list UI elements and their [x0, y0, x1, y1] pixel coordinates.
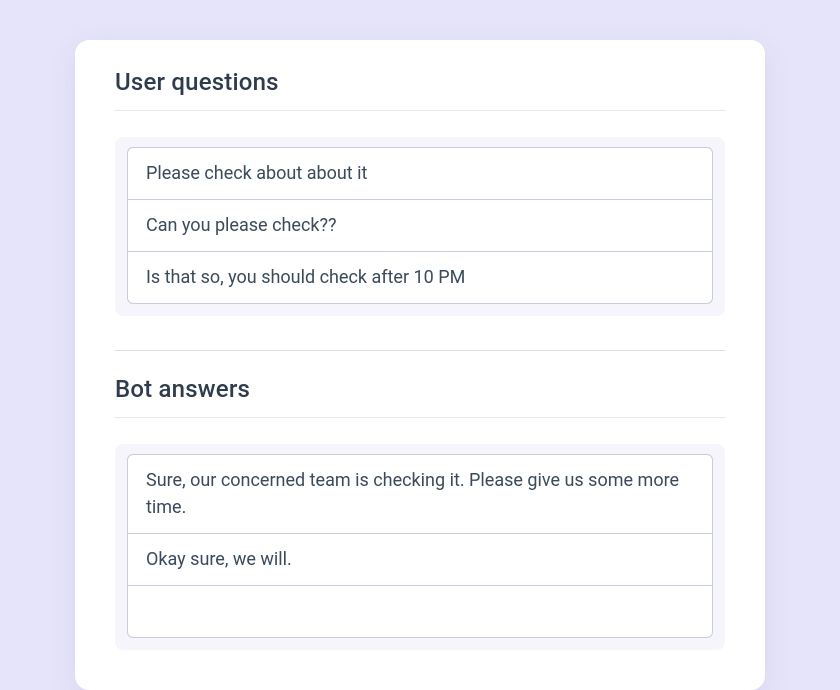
- list-item[interactable]: Sure, our concerned team is checking it.…: [128, 455, 712, 534]
- user-questions-table: Please check about about it Can you plea…: [127, 147, 713, 304]
- bot-answers-table: Sure, our concerned team is checking it.…: [127, 454, 713, 638]
- list-item[interactable]: Please check about about it: [128, 148, 712, 200]
- list-item[interactable]: [128, 586, 712, 637]
- main-card: User questions Please check about about …: [75, 40, 765, 690]
- bot-answers-box: Sure, our concerned team is checking it.…: [115, 444, 725, 650]
- list-item[interactable]: Okay sure, we will.: [128, 534, 712, 586]
- bot-answers-heading: Bot answers: [115, 375, 725, 418]
- list-item[interactable]: Is that so, you should check after 10 PM: [128, 252, 712, 303]
- user-questions-box: Please check about about it Can you plea…: [115, 137, 725, 316]
- user-questions-heading: User questions: [115, 68, 725, 111]
- section-divider: [115, 350, 725, 351]
- list-item[interactable]: Can you please check??: [128, 200, 712, 252]
